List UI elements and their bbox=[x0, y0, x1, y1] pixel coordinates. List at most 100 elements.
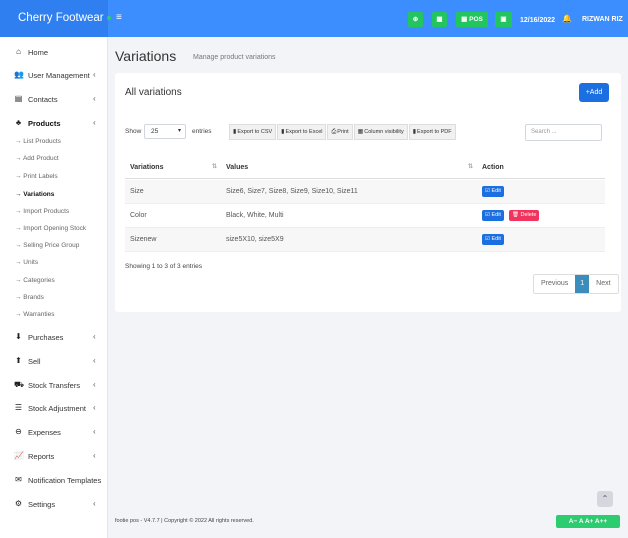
edit-button[interactable]: ☑ Edit bbox=[482, 234, 504, 245]
table-row: Sizenew size5X10, size5X9 ☑ Edit bbox=[125, 228, 605, 252]
column-header-action: Action bbox=[482, 164, 504, 171]
sidebar-subitem-add-product[interactable]: → Add Product bbox=[15, 155, 59, 162]
sidebar-item-notification-templates[interactable]: ✉ Notification Templates bbox=[0, 472, 108, 488]
sidebar-subitem-brands[interactable]: → Brands bbox=[15, 294, 44, 301]
envelope-icon: ✉ bbox=[15, 475, 22, 484]
sidebar-subitem-print-labels[interactable]: → Print Labels bbox=[15, 173, 58, 180]
table-info: Showing 1 to 3 of 3 entries bbox=[125, 263, 202, 270]
sidebar-item-sell[interactable]: ⬆ Sell ‹ bbox=[0, 353, 108, 369]
sidebar-item-expenses[interactable]: ⊖ Expenses ‹ bbox=[0, 424, 108, 440]
sidebar-item-label: Home bbox=[28, 48, 49, 57]
sidebar-item-label: Sell bbox=[28, 357, 41, 366]
add-circle-icon[interactable]: ⊕ bbox=[408, 12, 423, 27]
sidebar-item-label: Contacts bbox=[28, 95, 58, 104]
top-navbar: Cherry Footwear ≡ ⊕ ▦ ▦ POS ▣ 12/16/2022… bbox=[0, 0, 628, 37]
sidebar-item-label: Products bbox=[28, 119, 61, 128]
sidebar-subitem-list-products[interactable]: → List Products bbox=[15, 138, 61, 145]
delete-label: Delete bbox=[520, 212, 537, 218]
sidebar-item-label: Settings bbox=[28, 500, 56, 509]
print-button[interactable]: ⎙Print bbox=[327, 124, 353, 140]
users-icon: 👥 bbox=[14, 70, 24, 79]
font-size-accessibility-bar[interactable]: A− A A+ A++ bbox=[556, 515, 620, 528]
sidebar-item-label: Expenses bbox=[28, 428, 61, 437]
chevron-left-icon: ‹ bbox=[93, 332, 96, 341]
edit-button[interactable]: ☑ Edit bbox=[482, 186, 504, 197]
variation-values: Black, White, Multi bbox=[226, 212, 284, 219]
sidebar-item-contacts[interactable]: ▤ Contacts ‹ bbox=[0, 91, 108, 107]
delete-button[interactable]: 🗑 Delete bbox=[509, 210, 540, 221]
brand-logo[interactable]: Cherry Footwear bbox=[0, 0, 111, 37]
calculator-icon[interactable]: ▦ bbox=[432, 12, 447, 27]
sidebar-item-label: Purchases bbox=[28, 333, 64, 342]
chevron-left-icon: ‹ bbox=[93, 380, 96, 389]
chevron-left-icon: ‹ bbox=[93, 94, 96, 103]
sidebar-item-products[interactable]: ♣ Products ‹ bbox=[0, 115, 108, 131]
column-visibility-label: Column visibility bbox=[364, 129, 404, 135]
sidebar-item-settings[interactable]: ⚙ Settings ‹ bbox=[0, 496, 108, 512]
table-row: Color Black, White, Multi ☑ Edit 🗑 Delet… bbox=[125, 204, 605, 228]
edit-button[interactable]: ☑ Edit bbox=[482, 210, 504, 221]
sidebar-item-reports[interactable]: 📈 Reports ‹ bbox=[0, 448, 108, 464]
file-icon: ▮ bbox=[233, 129, 237, 135]
sort-icon[interactable]: ⇅ bbox=[468, 163, 473, 170]
edit-icon: ☑ bbox=[485, 212, 490, 218]
file-pdf-icon: ▮ bbox=[412, 129, 417, 135]
sidebar-item-purchases[interactable]: ⬇ Purchases ‹ bbox=[0, 329, 108, 345]
sidebar: ⌂ Home 👥 User Management ‹ ▤ Contacts ‹ ♣ Prod… bbox=[0, 37, 108, 538]
edit-label: Edit bbox=[491, 212, 501, 218]
sort-icon[interactable]: ⇅ bbox=[212, 163, 217, 170]
truck-icon: ⛟ bbox=[14, 380, 25, 389]
sidebar-subitem-selling-price-group[interactable]: → Selling Price Group bbox=[15, 242, 79, 249]
variation-name: Color bbox=[130, 212, 147, 219]
chevron-left-icon: ‹ bbox=[93, 451, 96, 460]
chevron-left-icon: ‹ bbox=[93, 356, 96, 365]
hamburger-icon[interactable]: ≡ bbox=[116, 12, 122, 23]
file-excel-icon: ▮ bbox=[281, 129, 285, 135]
pagination-previous[interactable]: Previous bbox=[534, 275, 576, 293]
export-toolbar: ▮Export to CSV ▮Export to Excel ⎙Print ▦… bbox=[229, 124, 457, 140]
sidebar-item-stock-transfers[interactable]: ⛟ Stock Transfers ‹ bbox=[0, 377, 108, 393]
sidebar-subitem-import-products[interactable]: → Import Products bbox=[15, 208, 69, 215]
sidebar-item-home[interactable]: ⌂ Home bbox=[0, 44, 108, 60]
page-length-value: 25 bbox=[151, 128, 159, 135]
table-header: Variations ⇅ Values ⇅ Action bbox=[125, 157, 605, 179]
brand-name: Cherry Footwear bbox=[18, 12, 104, 24]
export-excel-button[interactable]: ▮Export to Excel bbox=[277, 124, 327, 140]
trash-icon: 🗑 bbox=[512, 212, 519, 218]
add-variation-button[interactable]: +Add bbox=[579, 83, 609, 102]
columns-icon: ▦ bbox=[357, 129, 364, 135]
user-menu[interactable]: RIZWAN RIZ bbox=[582, 16, 623, 23]
export-pdf-button[interactable]: ▮Export to PDF bbox=[408, 124, 456, 140]
export-csv-button[interactable]: ▮Export to CSV bbox=[229, 124, 277, 140]
page-length-select[interactable]: 25 ▾ bbox=[144, 124, 186, 139]
box-title: All variations bbox=[125, 87, 182, 98]
cubes-icon: ♣ bbox=[15, 118, 22, 127]
scroll-to-top-icon[interactable]: ⌃ bbox=[597, 491, 613, 507]
sidebar-item-label: User Management bbox=[28, 71, 90, 80]
pagination: Previous 1 Next bbox=[533, 274, 619, 294]
sidebar-subitem-categories[interactable]: → Categories bbox=[15, 277, 55, 284]
sidebar-subitem-variations[interactable]: → Variations bbox=[15, 191, 54, 198]
notification-bell-icon[interactable]: 🔔 bbox=[562, 14, 572, 23]
sidebar-subitem-units[interactable]: → Units bbox=[15, 259, 38, 266]
column-visibility-button[interactable]: ▦Column visibility bbox=[353, 124, 408, 140]
print-label: Print bbox=[337, 129, 349, 135]
arrow-circle-up-icon: ⬆ bbox=[15, 356, 22, 365]
column-header-values[interactable]: Values bbox=[226, 164, 248, 171]
table-row: Size Size6, Size7, Size8, Size9, Size10,… bbox=[125, 180, 605, 204]
sidebar-item-label: Stock Transfers bbox=[28, 381, 81, 390]
pagination-next[interactable]: Next bbox=[589, 275, 618, 293]
column-header-variations[interactable]: Variations bbox=[130, 164, 163, 171]
cash-register-icon[interactable]: ▣ bbox=[495, 12, 512, 27]
print-icon: ⎙ bbox=[331, 129, 337, 135]
edit-icon: ☑ bbox=[485, 236, 490, 242]
sidebar-item-user-management[interactable]: 👥 User Management ‹ bbox=[0, 67, 108, 83]
sidebar-item-stock-adjustment[interactable]: ☰ Stock Adjustment ‹ bbox=[0, 400, 108, 416]
sidebar-subitem-warranties[interactable]: → Warranties bbox=[15, 311, 55, 318]
sidebar-subitem-import-opening-stock[interactable]: → Import Opening Stock bbox=[15, 225, 86, 232]
pagination-page-1[interactable]: 1 bbox=[575, 275, 590, 293]
export-csv-label: Export to CSV bbox=[237, 129, 273, 135]
pos-button[interactable]: ▦ POS bbox=[456, 12, 488, 27]
page-title: Variations bbox=[115, 48, 177, 64]
search-input[interactable]: Search ... bbox=[525, 124, 602, 141]
